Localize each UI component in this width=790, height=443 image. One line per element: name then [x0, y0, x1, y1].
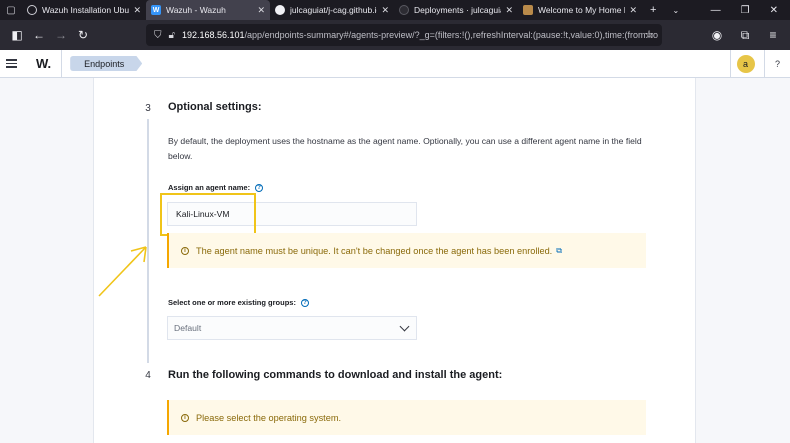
avatar[interactable]: a [736, 55, 755, 73]
close-tab-icon[interactable]: ✕ [381, 5, 389, 16]
groups-select-value: Default [174, 323, 202, 333]
step-4-heading: Run the following commands to download a… [168, 369, 503, 381]
groups-select[interactable]: Default [167, 316, 417, 340]
question-circle-icon[interactable]: ? [300, 299, 309, 308]
close-window-icon[interactable]: ✕ [770, 5, 778, 16]
breadcrumb-endpoints[interactable]: Endpoints [70, 56, 143, 71]
browser-tab-1[interactable]: W Wazuh - Wazuh ✕ [146, 0, 270, 20]
close-tab-icon[interactable]: ✕ [629, 5, 637, 16]
back-icon[interactable]: ← [28, 24, 50, 46]
new-tab-button[interactable]: + [642, 0, 664, 20]
annotation-highlight-box [160, 193, 256, 236]
window-controls: — ❐ ✕ [711, 0, 790, 20]
tab-title: Deployments · julcaguiat/j [414, 5, 501, 15]
info-icon: i [181, 413, 189, 422]
step-3-number: 3 [137, 97, 159, 119]
step-4-number: 4 [137, 364, 159, 386]
tab-title: julcaguiat/j-cag.github.io [290, 5, 378, 15]
tab-list-icon[interactable]: ▢ [0, 0, 22, 20]
agent-name-warning-callout: i The agent name must be unique. It can'… [167, 233, 646, 268]
warning-text: The agent name must be unique. It can't … [196, 245, 553, 256]
close-tab-icon[interactable]: ✕ [257, 5, 265, 16]
tab-title: Wazuh - Wazuh [166, 5, 226, 15]
hamburger-menu-icon[interactable] [6, 59, 28, 68]
url-path: /app/endpoints-summary#/agents-preview/?… [244, 30, 658, 40]
steps-connector-line [147, 119, 149, 363]
agent-name-label: Assign an agent name:? [168, 183, 264, 193]
close-tab-icon[interactable]: ✕ [505, 5, 513, 16]
wazuh-favicon: W [151, 5, 161, 15]
browser-tab-0[interactable]: Wazuh Installation Ubunt ✕ [22, 0, 146, 20]
header-right: a ? [730, 50, 790, 78]
github-icon [399, 5, 409, 15]
minimize-icon[interactable]: — [711, 5, 721, 16]
close-tab-icon[interactable]: ✕ [133, 5, 141, 16]
toolbar-right: ◉ ⧉ ≡ [706, 24, 784, 46]
lock-warning-icon[interactable]: 🔓︎ [169, 30, 175, 41]
menu-icon[interactable]: ≡ [762, 24, 784, 46]
browser-tab-2[interactable]: julcaguiat/j-cag.github.io ✕ [270, 0, 394, 20]
sidebar-toggle-icon[interactable]: ◧ [6, 24, 28, 46]
tab-title: Wazuh Installation Ubunt [42, 5, 130, 15]
external-link-icon[interactable]: ⧉ [556, 246, 562, 256]
groups-label-text: Select one or more existing groups: [168, 298, 296, 307]
notice-text: Please select the operating system. [196, 412, 342, 423]
shield-icon[interactable]: ⛉ [154, 30, 162, 41]
browser-tab-4[interactable]: Welcome to My Home Lal ✕ [518, 0, 642, 20]
tab-title: Welcome to My Home Lal [538, 5, 626, 15]
forward-icon[interactable]: → [50, 24, 72, 46]
chevron-down-icon [399, 321, 410, 332]
account-icon[interactable]: ◉ [706, 24, 728, 46]
step-3-heading: Optional settings: [168, 101, 262, 113]
extensions-icon[interactable]: ⧉ [734, 24, 756, 46]
browser-toolbar: ◧ ← → ↻ ⛉ 🔓︎ 192.168.56.101/app/endpoint… [0, 20, 790, 50]
browser-tab-3[interactable]: Deployments · julcaguiat/j ✕ [394, 0, 518, 20]
groups-label: Select one or more existing groups:? [168, 298, 309, 308]
globe-icon [27, 5, 37, 15]
user-menu[interactable]: a [730, 50, 760, 78]
wazuh-logo[interactable]: W. [36, 49, 63, 78]
address-bar[interactable]: ⛉ 🔓︎ 192.168.56.101/app/endpoints-summar… [146, 24, 662, 46]
question-circle-icon[interactable]: ? [255, 184, 264, 193]
page-icon [523, 5, 533, 15]
tab-overflow-icon[interactable]: ⌄ [664, 0, 687, 20]
browser-tab-bar: ▢ Wazuh Installation Ubunt ✕ W Wazuh - W… [0, 0, 790, 20]
github-icon [275, 5, 285, 15]
reload-icon[interactable]: ↻ [72, 24, 94, 46]
agent-name-label-text: Assign an agent name: [168, 183, 251, 192]
url-host: 192.168.56.101 [181, 30, 245, 40]
bookmark-star-icon[interactable]: ☆ [644, 28, 654, 41]
step-3-description: By default, the deployment uses the host… [168, 136, 642, 161]
restore-icon[interactable]: ❐ [741, 5, 750, 16]
app-header: W. Endpoints a ? [0, 49, 790, 78]
select-os-callout: i Please select the operating system. [167, 400, 646, 435]
info-icon: i [181, 246, 189, 255]
help-icon[interactable]: ? [764, 50, 790, 78]
